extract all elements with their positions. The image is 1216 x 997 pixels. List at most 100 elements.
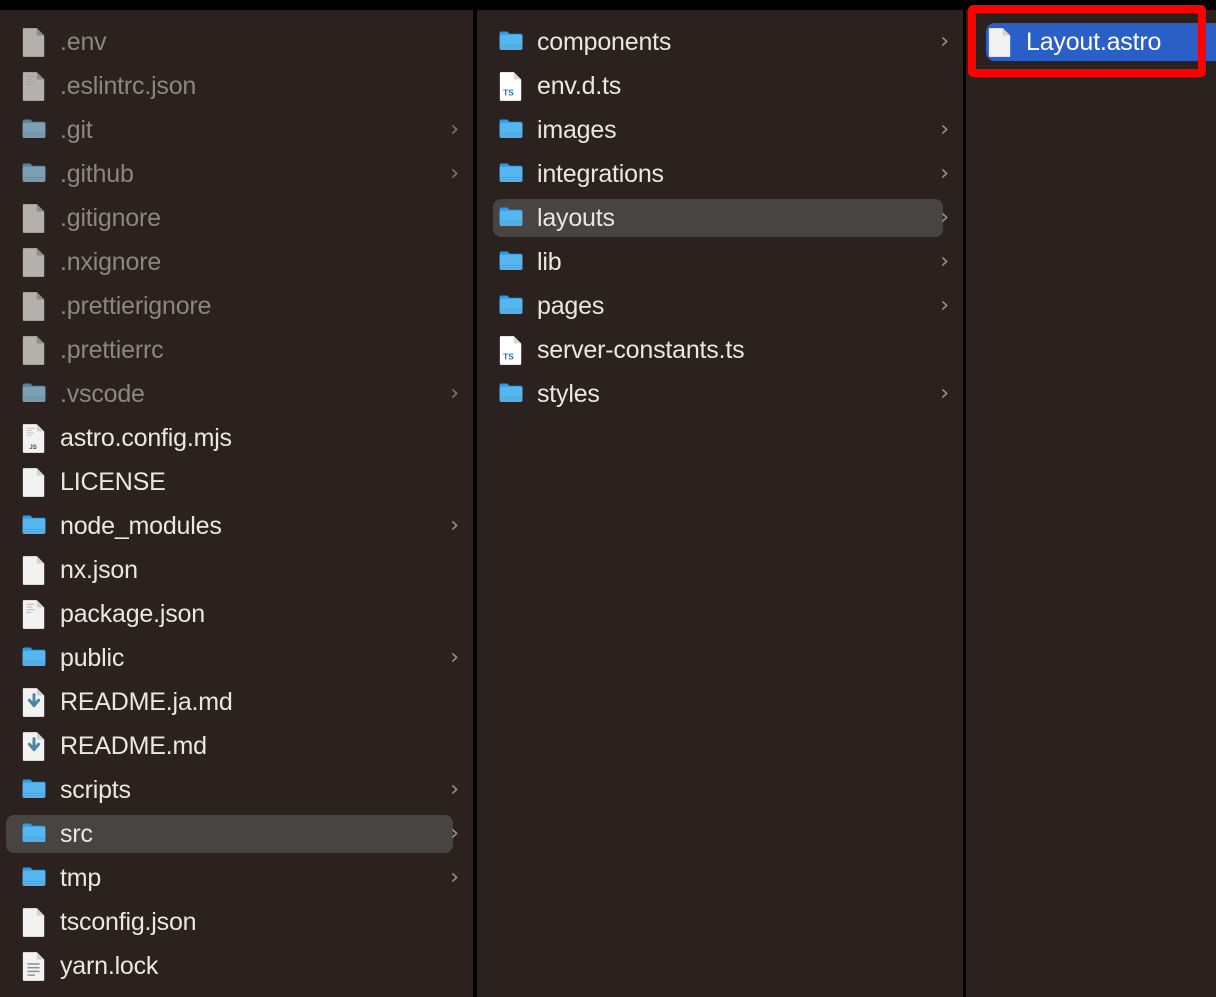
finder-column-src[interactable]: components › TS env.d.ts images › integrations… bbox=[477, 10, 963, 997]
folder-name-label: scripts bbox=[60, 775, 131, 804]
window-top-strip bbox=[0, 0, 1216, 10]
file-row-tsconfig-json[interactable]: tsconfig.json bbox=[0, 900, 473, 944]
file-plain-icon bbox=[20, 27, 48, 57]
file-plain-icon bbox=[20, 291, 48, 321]
finder-column-layouts[interactable]: Layout.astro bbox=[966, 10, 1216, 997]
chevron-right-icon[interactable]: › bbox=[450, 119, 459, 141]
folder-name-label: layouts bbox=[537, 203, 615, 232]
folder-row-tmp[interactable]: tmp › bbox=[0, 856, 473, 900]
chevron-right-icon[interactable]: › bbox=[940, 119, 949, 141]
file-row-astro-config-mjs[interactable]: JS astro.config.mjs bbox=[0, 416, 473, 460]
file-row-env-d-ts[interactable]: TS env.d.ts bbox=[477, 64, 963, 108]
folder-row-src[interactable]: src › bbox=[0, 812, 473, 856]
folder-row-styles[interactable]: styles › bbox=[477, 372, 963, 416]
file-lines-icon bbox=[20, 951, 48, 981]
chevron-right-icon[interactable]: › bbox=[450, 779, 459, 801]
file-name-label: yarn.lock bbox=[60, 951, 159, 980]
finder-column-project-root[interactable]: .env .eslintrc.json .git › .github › .gitignor… bbox=[0, 10, 473, 997]
file-row-yarn-lock[interactable]: yarn.lock bbox=[0, 944, 473, 988]
folder-icon bbox=[497, 159, 525, 189]
file-row--nxignore[interactable]: .nxignore bbox=[0, 240, 473, 284]
file-name-label: Layout.astro bbox=[1026, 27, 1162, 56]
folder-icon bbox=[497, 291, 525, 321]
file-row--env[interactable]: .env bbox=[0, 20, 473, 64]
file-row-package-json[interactable]: package.json bbox=[0, 592, 473, 636]
file-plain-icon bbox=[20, 247, 48, 277]
folder-row-images[interactable]: images › bbox=[477, 108, 963, 152]
folder-row--vscode[interactable]: .vscode › bbox=[0, 372, 473, 416]
chevron-right-icon[interactable]: › bbox=[450, 515, 459, 537]
folder-name-label: .vscode bbox=[60, 379, 145, 408]
file-name-label: tsconfig.json bbox=[60, 907, 197, 936]
file-row-layout-astro[interactable]: Layout.astro bbox=[966, 20, 1216, 64]
folder-icon bbox=[20, 643, 48, 673]
folder-row-lib[interactable]: lib › bbox=[477, 240, 963, 284]
folder-icon bbox=[20, 511, 48, 541]
folder-icon bbox=[20, 115, 48, 145]
folder-icon bbox=[20, 819, 48, 849]
folder-name-label: styles bbox=[537, 379, 600, 408]
folder-name-label: public bbox=[60, 643, 125, 672]
folder-icon bbox=[497, 203, 525, 233]
file-row-nx-json[interactable]: nx.json bbox=[0, 548, 473, 592]
chevron-right-icon[interactable]: › bbox=[450, 823, 459, 845]
chevron-right-icon[interactable]: › bbox=[450, 867, 459, 889]
file-row-server-constants-ts[interactable]: TS server-constants.ts bbox=[477, 328, 963, 372]
folder-icon bbox=[20, 863, 48, 893]
folder-row-components[interactable]: components › bbox=[477, 20, 963, 64]
folder-icon bbox=[497, 379, 525, 409]
folder-row--github[interactable]: .github › bbox=[0, 152, 473, 196]
folder-row-public[interactable]: public › bbox=[0, 636, 473, 680]
file-name-label: astro.config.mjs bbox=[60, 423, 232, 452]
folder-name-label: images bbox=[537, 115, 617, 144]
file-row--prettierrc[interactable]: .prettierrc bbox=[0, 328, 473, 372]
chevron-right-icon[interactable]: › bbox=[940, 31, 949, 53]
chevron-right-icon[interactable]: › bbox=[940, 207, 949, 229]
folder-name-label: lib bbox=[537, 247, 562, 276]
folder-row-integrations[interactable]: integrations › bbox=[477, 152, 963, 196]
finder-window: .env .eslintrc.json .git › .github › .gitignor… bbox=[0, 0, 1216, 997]
folder-row-layouts[interactable]: layouts › bbox=[477, 196, 963, 240]
file-ts-icon: TS bbox=[497, 71, 525, 101]
file-ts-icon: TS bbox=[497, 335, 525, 365]
folder-icon bbox=[20, 775, 48, 805]
folder-name-label: tmp bbox=[60, 863, 102, 892]
file-js-icon: JS bbox=[20, 423, 48, 453]
chevron-right-icon[interactable]: › bbox=[940, 163, 949, 185]
file-row--gitignore[interactable]: .gitignore bbox=[0, 196, 473, 240]
svg-text:TS: TS bbox=[503, 87, 514, 97]
folder-name-label: src bbox=[60, 819, 93, 848]
file-plain-icon bbox=[20, 203, 48, 233]
chevron-right-icon[interactable]: › bbox=[940, 295, 949, 317]
folder-name-label: .git bbox=[60, 115, 93, 144]
file-markdown-icon bbox=[20, 731, 48, 761]
file-plain-icon bbox=[986, 27, 1014, 57]
folder-row-scripts[interactable]: scripts › bbox=[0, 768, 473, 812]
file-name-label: .prettierrc bbox=[60, 335, 164, 364]
svg-text:JS: JS bbox=[29, 445, 36, 451]
chevron-right-icon[interactable]: › bbox=[940, 251, 949, 273]
file-name-label: server-constants.ts bbox=[537, 335, 745, 364]
file-name-label: README.ja.md bbox=[60, 687, 233, 716]
file-plain-icon bbox=[20, 467, 48, 497]
file-row-license[interactable]: LICENSE bbox=[0, 460, 473, 504]
file-plain-icon bbox=[20, 907, 48, 937]
folder-name-label: pages bbox=[537, 291, 605, 320]
chevron-right-icon[interactable]: › bbox=[450, 647, 459, 669]
file-row-readme-ja-md[interactable]: README.ja.md bbox=[0, 680, 473, 724]
folder-icon bbox=[497, 27, 525, 57]
folder-row--git[interactable]: .git › bbox=[0, 108, 473, 152]
chevron-right-icon[interactable]: › bbox=[450, 163, 459, 185]
chevron-right-icon[interactable]: › bbox=[450, 383, 459, 405]
folder-row-pages[interactable]: pages › bbox=[477, 284, 963, 328]
folder-name-label: components bbox=[537, 27, 672, 56]
file-row-readme-md[interactable]: README.md bbox=[0, 724, 473, 768]
file-markdown-icon bbox=[20, 687, 48, 717]
file-row--prettierignore[interactable]: .prettierignore bbox=[0, 284, 473, 328]
file-text-icon bbox=[20, 71, 48, 101]
folder-row-node-modules[interactable]: node_modules › bbox=[0, 504, 473, 548]
file-row--eslintrc-json[interactable]: .eslintrc.json bbox=[0, 64, 473, 108]
file-name-label: .prettierignore bbox=[60, 291, 212, 320]
chevron-right-icon[interactable]: › bbox=[940, 383, 949, 405]
file-name-label: nx.json bbox=[60, 555, 138, 584]
